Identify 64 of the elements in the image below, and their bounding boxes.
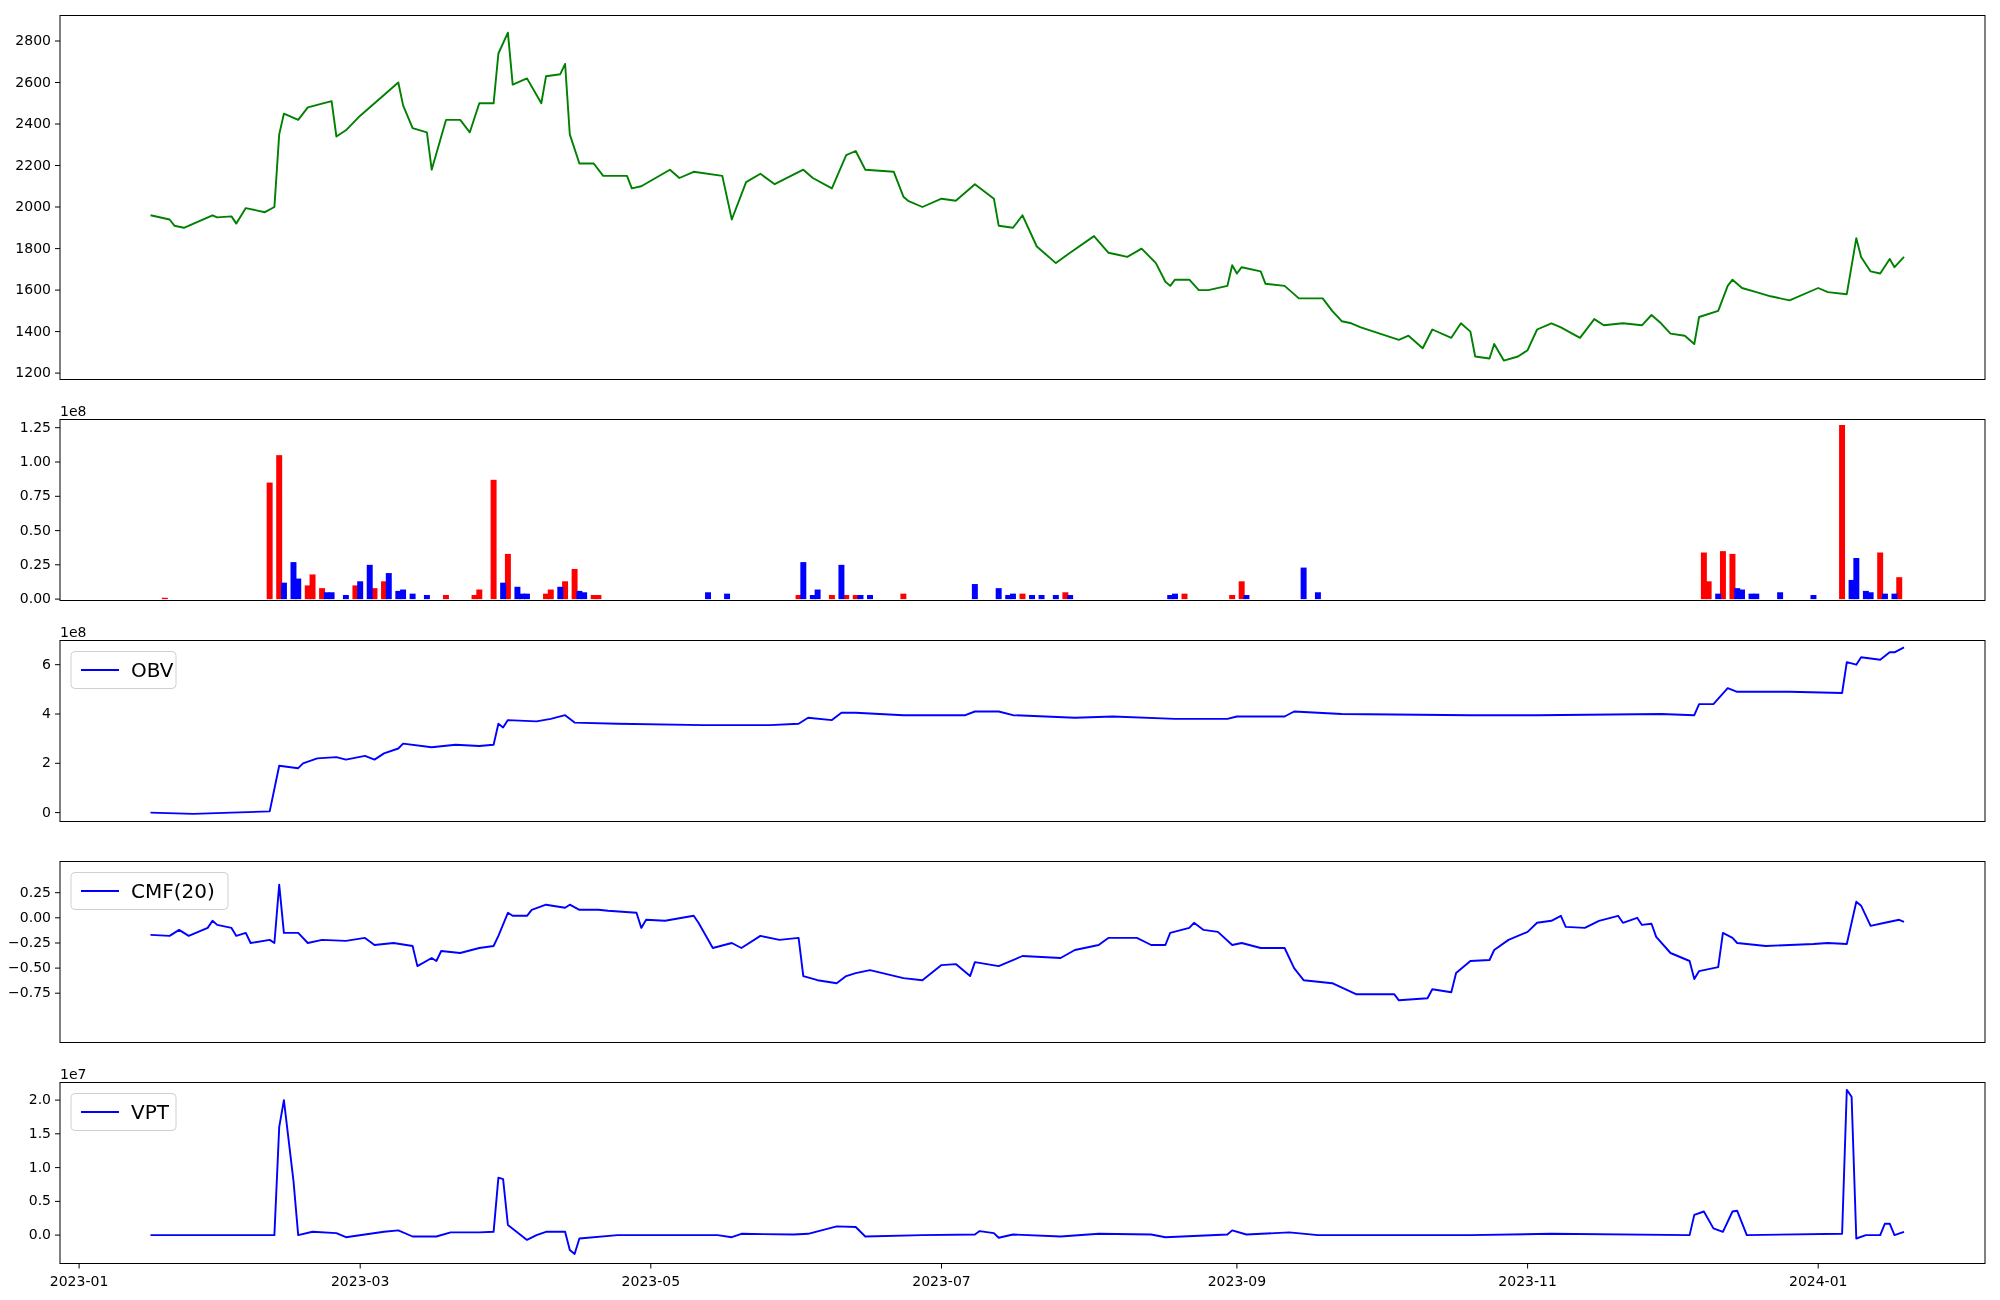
y-tick-label: 0.5 xyxy=(28,1192,51,1209)
y-tick-label: 0.00 xyxy=(19,908,51,925)
y-tick-label: 2200 xyxy=(15,156,51,173)
legend-label: OBV xyxy=(131,657,174,682)
legend-label: CMF(20) xyxy=(131,878,215,903)
axis-offset-label: 1e8 xyxy=(60,624,87,640)
volume-bar xyxy=(1777,592,1784,600)
volume-bar xyxy=(1052,595,1059,600)
volume-bar xyxy=(995,588,1002,600)
volume-bar xyxy=(828,595,835,600)
axis-offset-label: 1e8 xyxy=(60,403,87,419)
volume-bar xyxy=(409,593,416,600)
y-tick-label: −0.75 xyxy=(8,984,51,1001)
y-tick-label: 6 xyxy=(42,655,51,672)
y-tick-label: 0 xyxy=(42,803,51,820)
y-tick-label: 2400 xyxy=(15,115,51,132)
volume-bar xyxy=(1314,592,1321,600)
y-tick-label: 2800 xyxy=(15,32,51,49)
volume-bar xyxy=(443,595,449,600)
y-tick-label: 1.25 xyxy=(19,418,51,435)
y-tick-label: 0.00 xyxy=(19,590,51,607)
x-tick-label: 2024-01 xyxy=(1789,1272,1848,1289)
volume-bar xyxy=(1038,595,1045,600)
volume-bar xyxy=(1181,593,1188,600)
volume-bar xyxy=(1229,595,1236,600)
x-tick-label: 2023-03 xyxy=(330,1272,390,1289)
y-tick-label: 0.75 xyxy=(19,487,51,504)
y-tick-label: 4 xyxy=(42,705,51,721)
y-tick-label: 0.25 xyxy=(19,883,51,900)
volume-bar xyxy=(1810,595,1817,600)
y-tick-label: 2600 xyxy=(15,73,51,90)
y-tick-label: 0.25 xyxy=(19,555,51,572)
y-tick-label: −0.25 xyxy=(8,933,51,950)
volume-bar xyxy=(1300,567,1307,600)
y-tick-label: 0.0 xyxy=(28,1226,51,1243)
volume-bar xyxy=(705,592,711,600)
x-tick-label: 2023-07 xyxy=(912,1272,971,1289)
x-tick-label: 2023-11 xyxy=(1498,1272,1557,1289)
y-tick-label: −0.50 xyxy=(8,959,51,976)
x-tick-label: 2023-01 xyxy=(49,1272,109,1289)
volume-bar xyxy=(342,595,349,600)
volume-bar xyxy=(724,593,731,600)
axis-offset-label: 1e7 xyxy=(60,1066,87,1082)
y-tick-label: 1600 xyxy=(15,281,51,298)
volume-bar xyxy=(900,593,907,600)
volume-bar xyxy=(867,595,873,600)
y-tick-label: 1.5 xyxy=(28,1124,51,1141)
y-tick-label: 2 xyxy=(42,754,51,771)
x-tick-label: 2023-05 xyxy=(621,1272,681,1289)
y-tick-label: 1.0 xyxy=(28,1158,51,1175)
volume-bar xyxy=(971,584,978,600)
y-tick-label: 0.50 xyxy=(19,521,51,538)
volume-bar xyxy=(423,595,430,600)
volume-bar xyxy=(1029,595,1035,600)
volume-bar xyxy=(161,597,168,600)
x-tick-label: 2023-09 xyxy=(1207,1272,1267,1289)
y-tick-label: 1400 xyxy=(15,322,51,339)
y-tick-label: 1200 xyxy=(15,364,51,381)
legend-label: VPT xyxy=(131,1099,169,1124)
y-tick-label: 1.00 xyxy=(19,453,51,469)
y-tick-label: 2000 xyxy=(15,198,51,215)
y-tick-label: 2.0 xyxy=(28,1091,51,1108)
y-tick-label: 1800 xyxy=(15,239,51,256)
volume-bar xyxy=(1019,593,1026,600)
